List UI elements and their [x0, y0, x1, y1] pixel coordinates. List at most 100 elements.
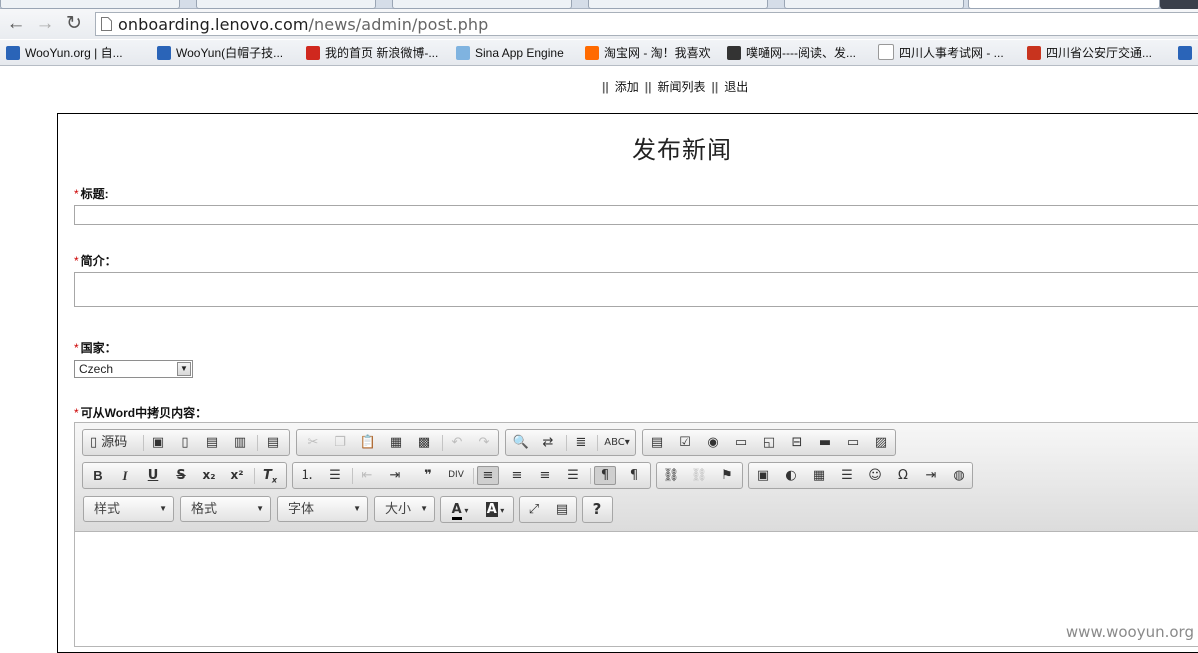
title-input[interactable] [74, 205, 1198, 225]
toolbar-group-paragraph: ⒈ ☰ ⇤ ⇥ ❞ DIV ≡ ≡ ≡ ☰ ¶ ¶ [292, 462, 651, 489]
bookmark-item[interactable]: WooYun.org | 自... [6, 44, 123, 62]
indent-icon[interactable]: ⇥ [384, 466, 406, 485]
select-field-icon[interactable]: ⊟ [786, 433, 808, 452]
italic-icon[interactable]: I [114, 466, 136, 485]
summary-textarea[interactable] [74, 272, 1198, 307]
paste-icon[interactable]: 📋 [357, 433, 379, 452]
emblem-icon [1027, 46, 1041, 60]
browser-tab[interactable] [392, 0, 572, 9]
address-bar[interactable]: onboarding.lenovo.com/news/admin/post.ph… [95, 12, 1198, 36]
image-icon[interactable]: ▣ [752, 466, 774, 485]
browser-tab[interactable] [588, 0, 768, 9]
editor-content-area[interactable] [75, 532, 1198, 643]
browser-tab[interactable] [784, 0, 964, 9]
superscript-icon[interactable]: x² [226, 466, 248, 485]
bookmark-item[interactable]: WooYun(白帽子技... [157, 44, 283, 62]
flash-icon[interactable]: ◐ [780, 466, 802, 485]
bookmark-item[interactable]: 四川人事考试网 - ... [878, 44, 1004, 62]
bookmark-item[interactable]: Sina App Engine [456, 44, 564, 62]
text-direction-ltr-icon[interactable]: ¶ [594, 466, 616, 485]
reload-icon[interactable]: ↻ [63, 13, 85, 35]
subscript-icon[interactable]: x₂ [198, 466, 220, 485]
preview-icon[interactable]: ▤ [201, 433, 223, 452]
strike-icon[interactable]: S [170, 466, 192, 485]
show-blocks-icon[interactable]: ▤ [551, 500, 573, 519]
hidden-field-icon[interactable]: ▨ [870, 433, 892, 452]
align-left-icon[interactable]: ≡ [477, 466, 499, 485]
chevron-down-icon: ▼ [420, 504, 428, 513]
iframe-icon[interactable]: ◍ [948, 466, 970, 485]
copy-icon[interactable]: ❐ [329, 433, 351, 452]
outdent-icon[interactable]: ⇤ [356, 466, 378, 485]
background-color-icon[interactable]: A ▾ [479, 500, 511, 519]
replace-icon[interactable]: ⇄ [537, 433, 559, 452]
checkbox-icon[interactable]: ☑ [674, 433, 696, 452]
horizontal-rule-icon[interactable]: ☰ [836, 466, 858, 485]
paste-text-icon[interactable]: ▦ [385, 433, 407, 452]
dropdown-arrow-icon: ▼ [177, 362, 191, 376]
format-combo[interactable]: 格式 ▼ [180, 496, 271, 522]
font-size-combo[interactable]: 大小 ▼ [374, 496, 435, 522]
underline-icon[interactable]: U [142, 466, 164, 485]
align-right-icon[interactable]: ≡ [534, 466, 556, 485]
forward-arrow-icon[interactable]: → [34, 13, 56, 35]
bookmark-item[interactable]: 噗嗵网----阅读、发... [727, 44, 856, 62]
style-combo[interactable]: 样式 ▼ [83, 496, 174, 522]
radio-icon[interactable]: ◉ [702, 433, 724, 452]
special-char-icon[interactable]: Ω [892, 466, 914, 485]
justify-icon[interactable]: ☰ [562, 466, 584, 485]
form-icon[interactable]: ▤ [646, 433, 668, 452]
nav-news-list-link[interactable]: 新闻列表 [657, 80, 705, 94]
page-break-icon[interactable]: ⇥ [920, 466, 942, 485]
bookmark-item[interactable]: 我的首页 新浪微博-... [306, 44, 438, 62]
cut-icon[interactable]: ✂ [302, 433, 324, 452]
blockquote-icon[interactable]: ❞ [417, 466, 439, 485]
source-button[interactable]: ▯ 源码 [86, 433, 138, 452]
nav-add-link[interactable]: 添加 [615, 80, 639, 94]
page-icon [101, 17, 112, 31]
text-color-icon[interactable]: A ▾ [444, 500, 476, 520]
textarea-icon[interactable]: ◱ [758, 433, 780, 452]
link-icon[interactable]: ⛓ [660, 466, 682, 485]
back-arrow-icon[interactable]: ← [5, 13, 27, 35]
bookmark-item[interactable]: 四川省公安厅交通... [1027, 44, 1152, 62]
window-controls[interactable] [1160, 0, 1198, 9]
templates-icon[interactable]: ▤ [262, 433, 284, 452]
bookmark-item[interactable]: 淘宝网 - 淘！我喜欢 [585, 44, 711, 62]
text-direction-rtl-icon[interactable]: ¶ [623, 466, 645, 485]
undo-icon[interactable]: ↶ [446, 433, 468, 452]
paste-word-icon[interactable]: ▩ [413, 433, 435, 452]
unlink-icon[interactable]: ⛓ [688, 466, 710, 485]
find-icon[interactable]: 🔍 [510, 433, 532, 452]
cloud-icon [456, 46, 470, 60]
maximize-icon[interactable]: ⤢ [523, 500, 545, 519]
nav-logout-link[interactable]: 退出 [724, 80, 748, 94]
table-icon[interactable]: ▦ [808, 466, 830, 485]
remove-format-icon[interactable]: Tx [259, 466, 281, 485]
bulleted-list-icon[interactable]: ☰ [324, 466, 346, 485]
button-field-icon[interactable]: ▬ [814, 433, 836, 452]
numbered-list-icon[interactable]: ⒈ [296, 466, 318, 485]
anchor-icon[interactable]: ⚑ [716, 466, 738, 485]
paw-icon[interactable] [1178, 44, 1197, 62]
browser-tab[interactable] [0, 0, 180, 9]
browser-tab-active[interactable] [968, 0, 1160, 9]
select-all-icon[interactable]: ≣ [570, 433, 592, 452]
font-combo[interactable]: 字体 ▼ [277, 496, 368, 522]
div-container-icon[interactable]: DIV [445, 466, 467, 485]
weibo-icon [306, 46, 320, 60]
bold-icon[interactable]: B [87, 466, 109, 485]
help-icon[interactable]: ? [586, 500, 608, 519]
spellcheck-icon[interactable]: ABC▾ [602, 433, 632, 452]
redo-icon[interactable]: ↷ [473, 433, 495, 452]
save-icon[interactable]: ▣ [147, 433, 169, 452]
align-center-icon[interactable]: ≡ [506, 466, 528, 485]
browser-tab[interactable] [196, 0, 376, 9]
smiley-icon[interactable]: ☺ [864, 466, 886, 485]
country-select[interactable]: Czech ▼ [74, 360, 193, 378]
new-page-icon[interactable]: ▯ [174, 433, 196, 452]
print-icon[interactable]: ▥ [229, 433, 251, 452]
image-button-icon[interactable]: ▭ [842, 433, 864, 452]
text-field-icon[interactable]: ▭ [730, 433, 752, 452]
bird-icon [727, 46, 741, 60]
